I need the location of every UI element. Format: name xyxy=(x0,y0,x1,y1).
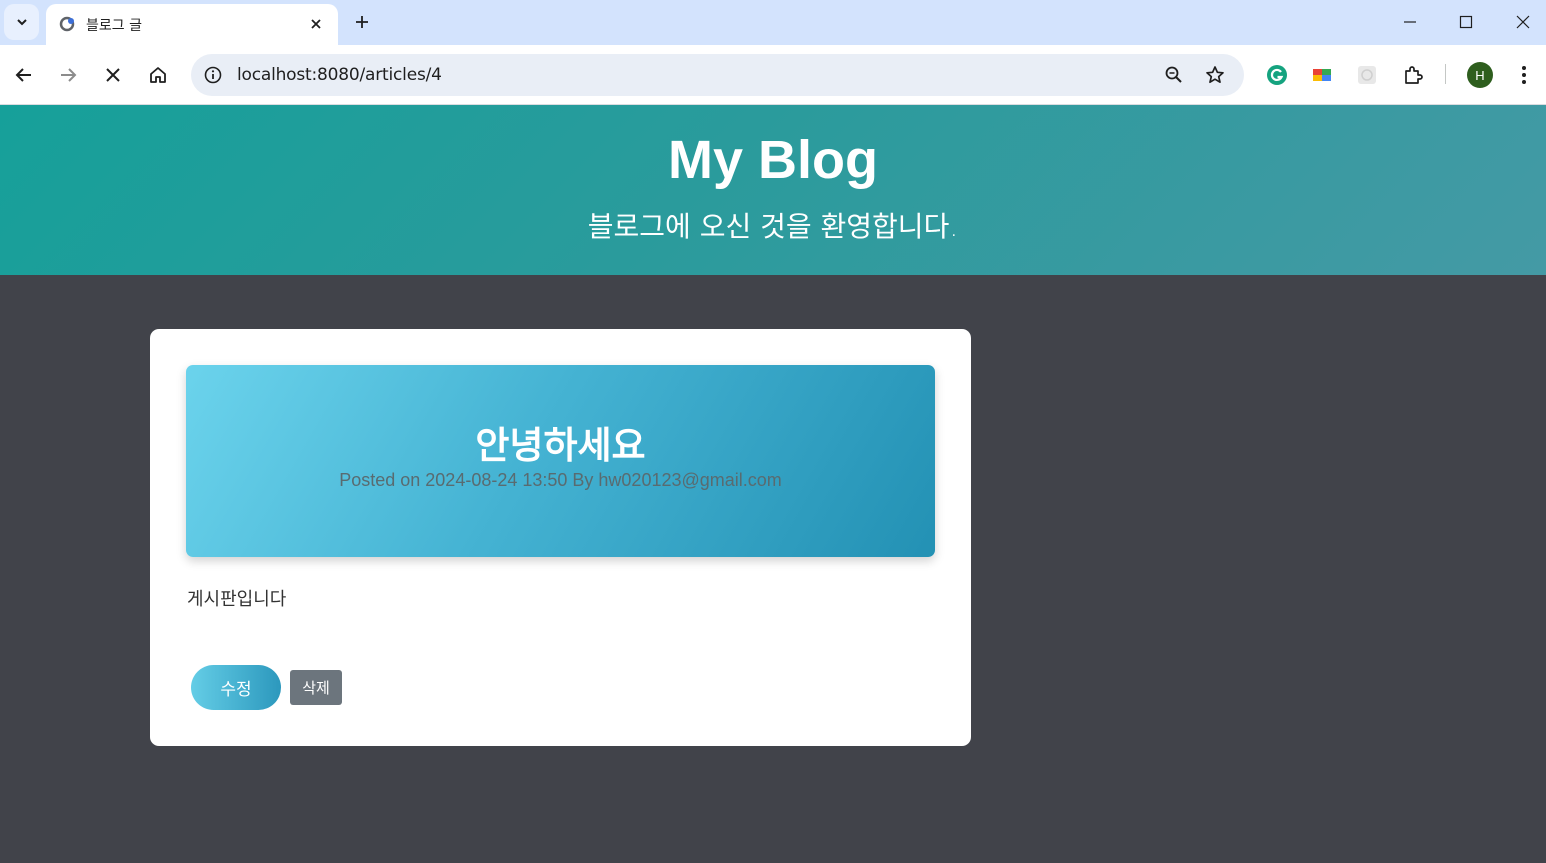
bookmark-star-icon[interactable] xyxy=(1203,63,1227,87)
delete-button[interactable]: 삭제 xyxy=(290,670,342,705)
tab-title: 블로그 글 xyxy=(86,18,142,34)
extension-generic-icon[interactable] xyxy=(1353,61,1381,89)
article-meta: Posted on 2024-08-24 13:50 By hw020123@g… xyxy=(339,470,782,490)
tab-strip: 블로그 글 xyxy=(0,0,1546,45)
url-text[interactable]: localhost:8080/articles/4 xyxy=(237,65,442,85)
minimize-icon[interactable] xyxy=(1387,4,1433,40)
edit-button[interactable]: 수정 xyxy=(191,665,281,710)
forward-icon[interactable] xyxy=(52,59,84,91)
extensions-puzzle-icon[interactable] xyxy=(1399,61,1427,89)
close-window-icon[interactable] xyxy=(1500,4,1546,40)
zoom-icon[interactable] xyxy=(1162,63,1186,87)
grammarly-icon[interactable] xyxy=(1263,61,1291,89)
browser-toolbar: localhost:8080/articles/4 xyxy=(0,45,1546,105)
home-icon[interactable] xyxy=(142,59,174,91)
close-icon[interactable] xyxy=(304,12,328,36)
blog-title: My Blog xyxy=(668,130,878,190)
profile-avatar[interactable]: H xyxy=(1467,62,1493,88)
article-card: 안녕하세요 Posted on 2024-08-24 13:50 By hw02… xyxy=(150,329,971,746)
menu-kebab-icon[interactable] xyxy=(1510,61,1538,89)
blog-header: My Blog 블로그에 오신 것을 환영합니다. xyxy=(0,105,1546,275)
tab-search-icon[interactable] xyxy=(4,4,39,40)
article-title: 안녕하세요 xyxy=(475,424,646,467)
active-tab[interactable]: 블로그 글 xyxy=(46,4,338,45)
site-info-icon[interactable] xyxy=(202,64,224,86)
color-extension-icon[interactable] xyxy=(1308,61,1336,89)
article-content: 게시판입니다 xyxy=(187,589,287,610)
favicon-icon xyxy=(59,15,77,33)
maximize-icon[interactable] xyxy=(1443,4,1489,40)
back-icon[interactable] xyxy=(8,59,40,91)
stop-icon[interactable] xyxy=(97,59,129,91)
toolbar-divider xyxy=(1445,64,1446,84)
article-header: 안녕하세요 Posted on 2024-08-24 13:50 By hw02… xyxy=(186,365,935,557)
address-bar[interactable]: localhost:8080/articles/4 xyxy=(191,54,1244,96)
blog-subtitle: 블로그에 오신 것을 환영합니다. xyxy=(587,210,959,243)
plus-icon[interactable] xyxy=(348,8,376,36)
